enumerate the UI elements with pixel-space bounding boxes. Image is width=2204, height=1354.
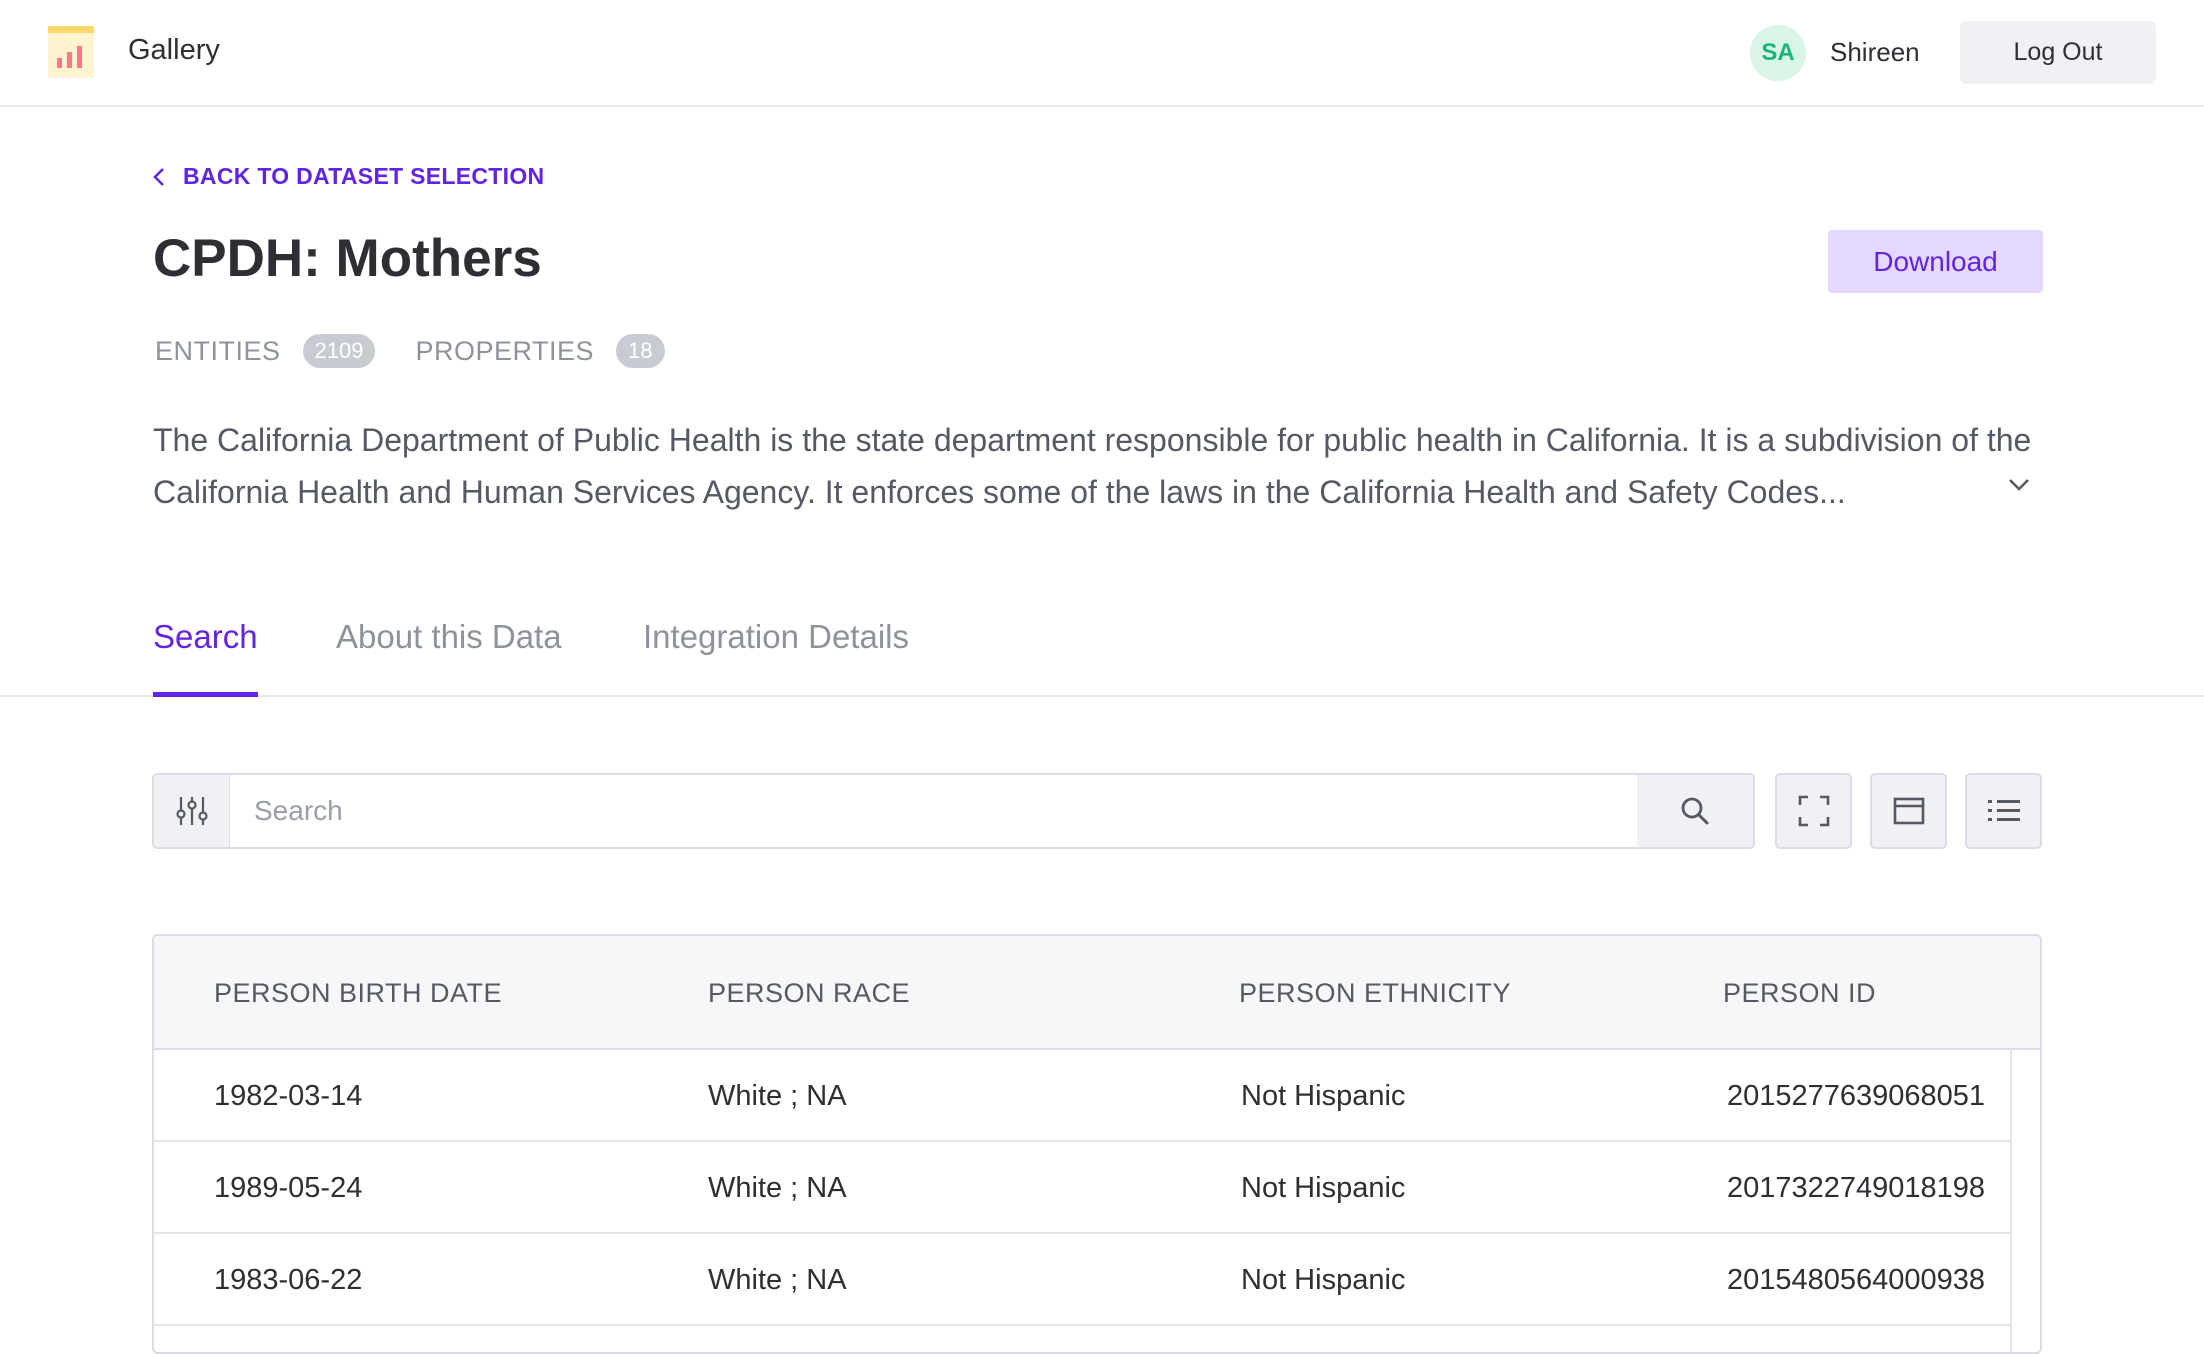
cell-ethnicity: Not Hispanic [1241, 1080, 1406, 1112]
table-row[interactable]: 1989-05-24 White ; NA Not Hispanic 20173… [154, 1142, 2010, 1234]
dataset-stats: ENTITIES 2109 PROPERTIES 18 [155, 334, 705, 368]
table-row[interactable]: 1982-03-14 White ; NA Not Hispanic 20152… [154, 1050, 2010, 1142]
cell-person-id: 2015480564000938 [1727, 1264, 1986, 1296]
back-link-label: BACK TO DATASET SELECTION [183, 163, 545, 189]
app-name[interactable]: Gallery [128, 34, 220, 67]
list-icon [1987, 800, 2020, 821]
search-bar [152, 773, 1755, 849]
chevron-down-icon[interactable] [2008, 478, 2030, 497]
username: Shireen [1830, 37, 1920, 67]
cell-person-id: 2015277639068051 [1727, 1080, 1986, 1112]
properties-count-badge: 18 [616, 334, 665, 368]
entities-label: ENTITIES [155, 335, 281, 366]
column-header-birth-date[interactable]: PERSON BIRTH DATE [214, 978, 502, 1009]
download-button[interactable]: Download [1828, 230, 2043, 293]
dataset-description: The California Department of Public Heal… [153, 422, 2032, 510]
cell-birth-date: 1983-06-22 [214, 1264, 363, 1296]
top-bar: Gallery SA Shireen Log Out [0, 0, 2204, 107]
back-to-dataset-selection-link[interactable]: BACK TO DATASET SELECTION [153, 163, 544, 190]
window-icon [1893, 797, 1924, 825]
filter-button[interactable] [154, 775, 230, 847]
tab-search[interactable]: Search [153, 618, 258, 697]
column-header-person-id[interactable]: PERSON ID [1723, 978, 1876, 1009]
page-title: CPDH: Mothers [153, 229, 542, 288]
table-scrollbar[interactable] [2010, 1050, 2040, 1352]
properties-label: PROPERTIES [415, 335, 595, 366]
fullscreen-button[interactable] [1775, 773, 1852, 849]
expand-icon [1798, 795, 1829, 827]
tab-about-this-data[interactable]: About this Data [336, 618, 562, 695]
cell-ethnicity: Not Hispanic [1241, 1172, 1406, 1204]
search-button[interactable] [1637, 775, 1753, 847]
avatar: SA [1750, 25, 1806, 81]
layout-toggle-button[interactable] [1870, 773, 1947, 849]
column-header-ethnicity[interactable]: PERSON ETHNICITY [1239, 978, 1511, 1009]
cell-race: White ; NA [708, 1172, 847, 1204]
cell-race: White ; NA [708, 1264, 847, 1296]
cell-ethnicity: Not Hispanic [1241, 1264, 1406, 1296]
search-input[interactable] [254, 775, 1554, 847]
list-view-button[interactable] [1965, 773, 2042, 849]
cell-birth-date: 1982-03-14 [214, 1080, 363, 1112]
tab-bar: Search About this Data Integration Detai… [0, 618, 2204, 697]
cell-person-id: 2017322749018198 [1727, 1172, 1986, 1204]
sliders-icon [175, 797, 208, 825]
entities-count-badge: 2109 [302, 334, 376, 368]
cell-birth-date: 1989-05-24 [214, 1172, 363, 1204]
table-row[interactable]: 1983-06-22 White ; NA Not Hispanic 20154… [154, 1234, 2010, 1326]
chevron-left-icon [153, 167, 164, 186]
table-header: PERSON BIRTH DATE PERSON RACE PERSON ETH… [154, 936, 2040, 1050]
logout-button[interactable]: Log Out [1960, 21, 2156, 84]
cell-race: White ; NA [708, 1080, 847, 1112]
column-header-race[interactable]: PERSON RACE [708, 978, 910, 1009]
search-icon [1681, 797, 1709, 825]
results-table: PERSON BIRTH DATE PERSON RACE PERSON ETH… [152, 934, 2042, 1354]
gallery-logo-icon[interactable] [48, 26, 94, 78]
tab-integration-details[interactable]: Integration Details [643, 618, 909, 695]
